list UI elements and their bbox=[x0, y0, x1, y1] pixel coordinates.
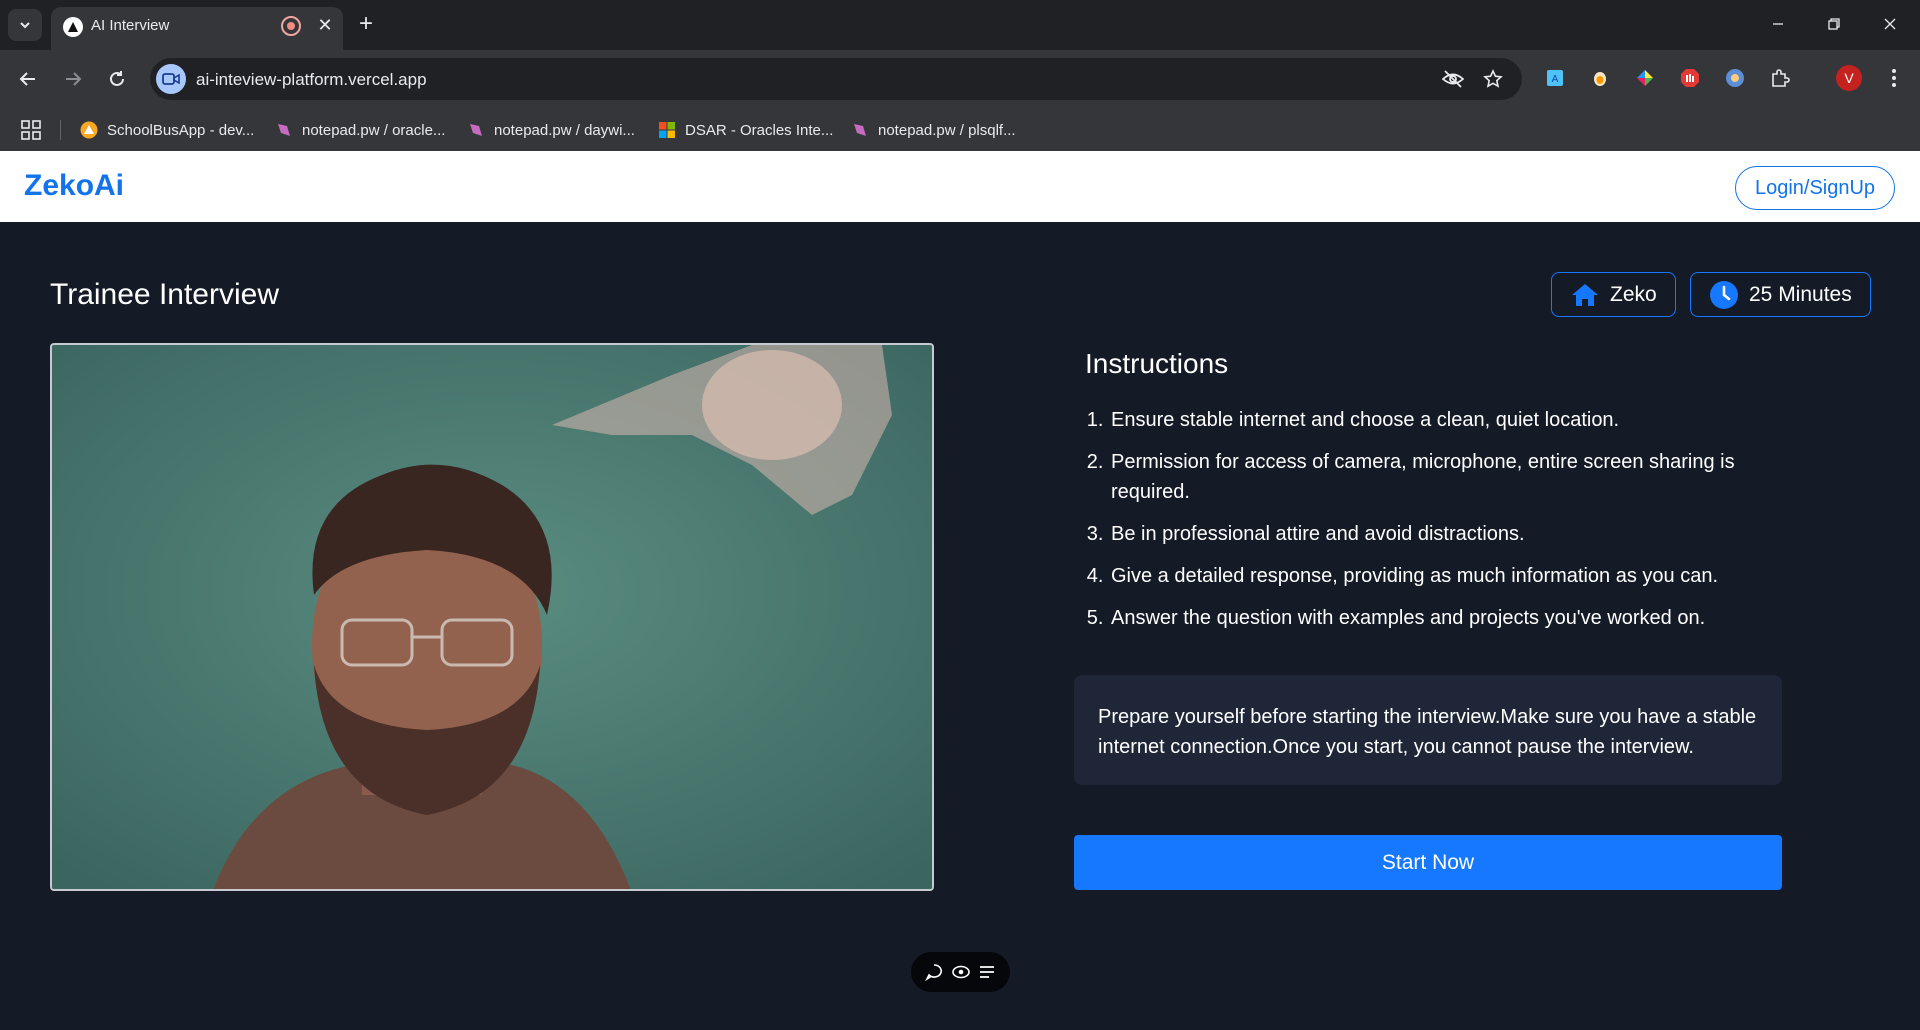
bookmark-item[interactable]: SchoolBusApp - dev... bbox=[80, 119, 254, 141]
floating-toolbar bbox=[911, 952, 1010, 992]
page-title: Trainee Interview bbox=[50, 278, 279, 311]
minimize-button[interactable] bbox=[1758, 8, 1798, 40]
reload-button[interactable] bbox=[101, 63, 133, 95]
arrow-left-icon bbox=[19, 72, 35, 86]
apps-grid-icon[interactable] bbox=[20, 119, 42, 141]
svg-text:A: A bbox=[1552, 74, 1559, 85]
warning-triangle-icon bbox=[80, 121, 98, 139]
login-signup-button[interactable]: Login/SignUp bbox=[1735, 166, 1895, 210]
extension-colorpicker-icon[interactable] bbox=[1633, 66, 1657, 90]
instruction-item: Give a detailed response, providing as m… bbox=[1109, 561, 1785, 591]
recording-indicator-icon bbox=[281, 16, 301, 36]
tab-title: AI Interview bbox=[91, 17, 170, 34]
close-icon bbox=[1884, 18, 1896, 30]
tab-close-icon[interactable]: ✕ bbox=[313, 13, 337, 37]
notepad-icon bbox=[470, 124, 482, 136]
instruction-item: Be in professional attire and avoid dist… bbox=[1109, 519, 1785, 549]
instruction-item: Permission for access of camera, microph… bbox=[1109, 447, 1785, 507]
bookmark-label: DSAR - Oracles Inte... bbox=[685, 121, 834, 139]
duration-chip-label: 25 Minutes bbox=[1749, 282, 1852, 306]
chevron-down-icon bbox=[20, 22, 30, 29]
webcam-preview bbox=[50, 343, 934, 891]
minimize-icon bbox=[1773, 23, 1783, 25]
bookmark-item[interactable]: notepad.pw / oracle... bbox=[275, 119, 445, 141]
extension-bulb-icon[interactable] bbox=[1588, 66, 1612, 90]
star-bookmark-icon[interactable] bbox=[1480, 66, 1506, 92]
back-button[interactable] bbox=[12, 63, 44, 95]
webcam-feed-image bbox=[52, 345, 932, 889]
instruction-item: Answer the question with examples and pr… bbox=[1109, 603, 1785, 633]
instructions-title: Instructions bbox=[1085, 348, 1229, 379]
bookmark-item[interactable]: DSAR - Oracles Inte... bbox=[658, 119, 833, 141]
tab-favicon-icon bbox=[63, 17, 83, 37]
close-window-button[interactable] bbox=[1870, 8, 1910, 40]
home-icon bbox=[1572, 283, 1598, 306]
tab-search-button[interactable] bbox=[8, 9, 42, 41]
site-header: ZekoAi Login/SignUp bbox=[0, 151, 1920, 222]
clock-icon bbox=[1710, 280, 1738, 309]
bookmark-item[interactable]: notepad.pw / plsqlf... bbox=[851, 119, 1016, 141]
browser-toolbar: ai-inteview-platform.vercel.app A V bbox=[0, 50, 1920, 108]
browser-menu-icon[interactable] bbox=[1882, 64, 1906, 92]
site-camera-icon[interactable] bbox=[156, 64, 186, 94]
notice-card: Prepare yourself before starting the int… bbox=[1074, 675, 1782, 785]
instructions-list: Ensure stable internet and choose a clea… bbox=[1085, 405, 1785, 645]
chat-bubble-icon[interactable] bbox=[923, 961, 945, 983]
duration-chip: 25 Minutes bbox=[1690, 272, 1871, 317]
menu-lines-icon[interactable] bbox=[976, 961, 998, 983]
restore-button[interactable] bbox=[1814, 8, 1854, 40]
microsoft-icon bbox=[659, 122, 675, 138]
company-chip-label: Zeko bbox=[1610, 282, 1657, 306]
eye-icon[interactable] bbox=[950, 961, 972, 983]
start-now-button[interactable]: Start Now bbox=[1074, 835, 1782, 890]
bookmarks-divider bbox=[60, 120, 61, 140]
arrow-right-icon bbox=[66, 72, 82, 86]
profile-avatar[interactable]: V bbox=[1836, 65, 1862, 91]
bookmark-label: notepad.pw / daywi... bbox=[494, 121, 635, 139]
bookmark-label: notepad.pw / plsqlf... bbox=[878, 121, 1016, 139]
bookmarks-bar: SchoolBusApp - dev... notepad.pw / oracl… bbox=[0, 108, 1920, 151]
reload-icon bbox=[110, 71, 124, 86]
extension-translate-icon[interactable]: A bbox=[1543, 66, 1567, 90]
notepad-icon bbox=[278, 124, 290, 136]
instruction-item: Ensure stable internet and choose a clea… bbox=[1109, 405, 1785, 435]
new-tab-button[interactable]: + bbox=[352, 10, 380, 38]
extensions-puzzle-icon[interactable] bbox=[1768, 66, 1792, 90]
extension-adblock-icon[interactable] bbox=[1678, 66, 1702, 90]
bookmark-label: SchoolBusApp - dev... bbox=[107, 121, 255, 139]
restore-icon bbox=[1828, 18, 1840, 30]
address-bar[interactable]: ai-inteview-platform.vercel.app bbox=[150, 58, 1522, 100]
bookmark-item[interactable]: notepad.pw / daywi... bbox=[467, 119, 635, 141]
extension-shield-icon[interactable] bbox=[1723, 66, 1747, 90]
company-chip: Zeko bbox=[1551, 272, 1676, 317]
url-text[interactable]: ai-inteview-platform.vercel.app bbox=[196, 70, 427, 90]
bookmark-label: notepad.pw / oracle... bbox=[302, 121, 446, 139]
eye-slash-icon[interactable] bbox=[1440, 66, 1466, 92]
forward-button[interactable] bbox=[57, 63, 89, 95]
browser-tab-active[interactable]: AI Interview ✕ bbox=[51, 7, 343, 50]
notepad-icon bbox=[854, 124, 866, 136]
brand-logo[interactable]: ZekoAi bbox=[24, 169, 124, 203]
browser-tabstrip: AI Interview ✕ + bbox=[0, 0, 1920, 50]
